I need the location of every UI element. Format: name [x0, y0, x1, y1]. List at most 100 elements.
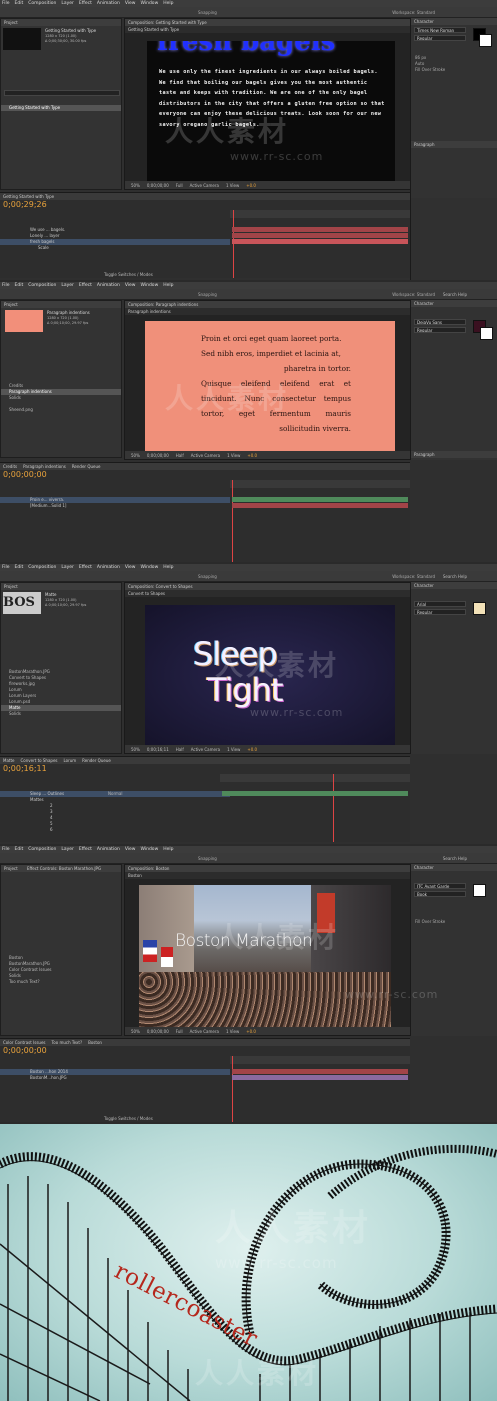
menu-edit[interactable]: Edit	[15, 283, 24, 288]
snapping-checkbox[interactable]: Snapping	[198, 292, 217, 297]
tab-render-queue[interactable]: Render Queue	[82, 757, 111, 764]
layer-bar-1[interactable]	[232, 1069, 408, 1074]
timecode-display[interactable]: 0;00;00;00	[0, 1046, 410, 1056]
viewer-subtab[interactable]: Getting Started with Type	[125, 26, 414, 33]
workspace-select[interactable]: Workspace: Standard	[392, 10, 435, 15]
mode-select[interactable]: Normal	[108, 791, 122, 796]
zoom-select[interactable]: 50%	[131, 453, 140, 458]
effect-controls-tab[interactable]: Effect Controls: Boston Marathon.JPG	[27, 866, 101, 871]
menu-window[interactable]: Window	[141, 283, 159, 288]
stroke-option-select[interactable]: Fill Over Stroke	[411, 67, 497, 73]
timecode-display[interactable]: 0;00;16;11	[0, 764, 410, 774]
font-family-select[interactable]: DejaVu Sans	[414, 319, 466, 325]
character-tab[interactable]: Character	[411, 864, 497, 871]
menu-animation[interactable]: Animation	[97, 1, 120, 6]
menu-view[interactable]: View	[125, 1, 136, 6]
project-item-5[interactable]: Too much Text?	[1, 979, 121, 985]
project-item-comp[interactable]: Getting Started with Type	[1, 105, 121, 111]
menu-help[interactable]: Help	[163, 847, 173, 852]
menu-window[interactable]: Window	[141, 565, 159, 570]
project-item-png[interactable]: Sheend.png	[1, 407, 121, 413]
tab-boston[interactable]: Boston	[88, 1039, 102, 1046]
tab-paragraph-indentions[interactable]: Paragraph indentions	[23, 463, 66, 470]
tab-matte[interactable]: Matte	[3, 757, 15, 764]
workspace-select[interactable]: Workspace: Standard	[392, 292, 435, 297]
character-tab[interactable]: Character	[411, 300, 497, 307]
menu-help[interactable]: Help	[163, 565, 173, 570]
menu-effect[interactable]: Effect	[79, 1, 92, 6]
menu-edit[interactable]: Edit	[15, 565, 24, 570]
timeline-tab[interactable]: Getting Started with Type	[3, 193, 54, 200]
resolution-select[interactable]: Half	[176, 747, 184, 752]
paragraph-tab[interactable]: Paragraph	[411, 451, 497, 458]
zoom-select[interactable]: 50%	[131, 1029, 140, 1034]
zoom-select[interactable]: 50%	[131, 747, 140, 752]
zoom-select[interactable]: 50%	[131, 183, 140, 188]
menu-effect[interactable]: Effect	[79, 565, 92, 570]
current-time[interactable]: 0;00;00;00	[147, 453, 169, 458]
paragraph-tab[interactable]: Paragraph	[411, 141, 497, 148]
menu-file[interactable]: File	[2, 1, 10, 6]
menu-layer[interactable]: Layer	[61, 847, 74, 852]
menu-composition[interactable]: Composition	[28, 1, 56, 6]
menu-animation[interactable]: Animation	[97, 565, 120, 570]
menu-window[interactable]: Window	[141, 1, 159, 6]
exposure-value[interactable]: +0.0	[247, 747, 257, 752]
font-family-select[interactable]: Arial	[414, 601, 466, 607]
project-search-input[interactable]	[4, 90, 120, 96]
playhead[interactable]	[333, 774, 334, 842]
stroke-option-select[interactable]: Fill Over Stroke	[411, 919, 497, 925]
search-help-field[interactable]: Search Help	[443, 856, 467, 861]
stroke-color-swatch[interactable]	[480, 327, 493, 340]
exposure-value[interactable]: +0.0	[246, 1029, 256, 1034]
time-ruler[interactable]	[220, 774, 410, 782]
current-time[interactable]: 0;00;00;00	[147, 1029, 169, 1034]
layer-row-2[interactable]: BostonM...hon.JPG	[0, 1075, 230, 1081]
project-tab[interactable]: Project	[4, 866, 18, 871]
time-ruler[interactable]	[230, 480, 410, 488]
project-item-solids[interactable]: Solids	[1, 395, 121, 401]
menu-help[interactable]: Help	[163, 283, 173, 288]
layer-bar-1[interactable]	[222, 791, 408, 796]
menu-layer[interactable]: Layer	[61, 565, 74, 570]
font-style-select[interactable]: Book	[414, 891, 466, 897]
menu-composition[interactable]: Composition	[28, 565, 56, 570]
search-help-field[interactable]: Search Help	[443, 292, 467, 297]
character-tab[interactable]: Character	[411, 582, 497, 589]
tab-too-much-text[interactable]: Too much Text?	[52, 1039, 83, 1046]
layer-row-2[interactable]: [Medium...Solid 1]	[0, 503, 230, 509]
views-select[interactable]: 1 View	[227, 453, 240, 458]
menu-edit[interactable]: Edit	[15, 847, 24, 852]
font-style-select[interactable]: Regular	[414, 327, 466, 333]
menu-animation[interactable]: Animation	[97, 283, 120, 288]
viewer-tab[interactable]: Composition: Convert to Shapes	[125, 583, 414, 590]
menu-effect[interactable]: Effect	[79, 283, 92, 288]
menu-view[interactable]: View	[125, 283, 136, 288]
toggle-switches-modes[interactable]: Toggle Switches / Modes	[104, 272, 153, 277]
exposure-value[interactable]: +0.0	[246, 183, 256, 188]
search-help-field[interactable]: Search Help	[443, 574, 467, 579]
exposure-value[interactable]: +0.0	[247, 453, 257, 458]
font-style-select[interactable]: Regular	[414, 609, 466, 615]
project-tab[interactable]: Project	[1, 301, 121, 308]
current-time[interactable]: 0;00;00;00	[147, 183, 169, 188]
menu-effect[interactable]: Effect	[79, 847, 92, 852]
menu-file[interactable]: File	[2, 847, 10, 852]
menu-composition[interactable]: Composition	[28, 847, 56, 852]
layer-bar-2[interactable]	[232, 1075, 408, 1080]
menu-layer[interactable]: Layer	[61, 1, 74, 6]
character-tab[interactable]: Character	[411, 18, 497, 25]
snapping-checkbox[interactable]: Snapping	[198, 856, 217, 861]
time-ruler[interactable]	[230, 210, 410, 218]
views-select[interactable]: 1 View	[226, 183, 239, 188]
timecode-display[interactable]: 0;00;00;00	[0, 470, 410, 480]
layer-bar-2[interactable]	[232, 503, 408, 508]
menu-layer[interactable]: Layer	[61, 283, 74, 288]
menu-composition[interactable]: Composition	[28, 283, 56, 288]
snapping-checkbox[interactable]: Snapping	[198, 10, 217, 15]
camera-select[interactable]: Active Camera	[191, 453, 220, 458]
viewer-subtab[interactable]: Boston	[125, 872, 414, 879]
font-family-select[interactable]: ITC Avant Garde	[414, 883, 466, 889]
workspace-select[interactable]: Workspace: Standard	[392, 574, 435, 579]
playhead[interactable]	[233, 210, 234, 278]
